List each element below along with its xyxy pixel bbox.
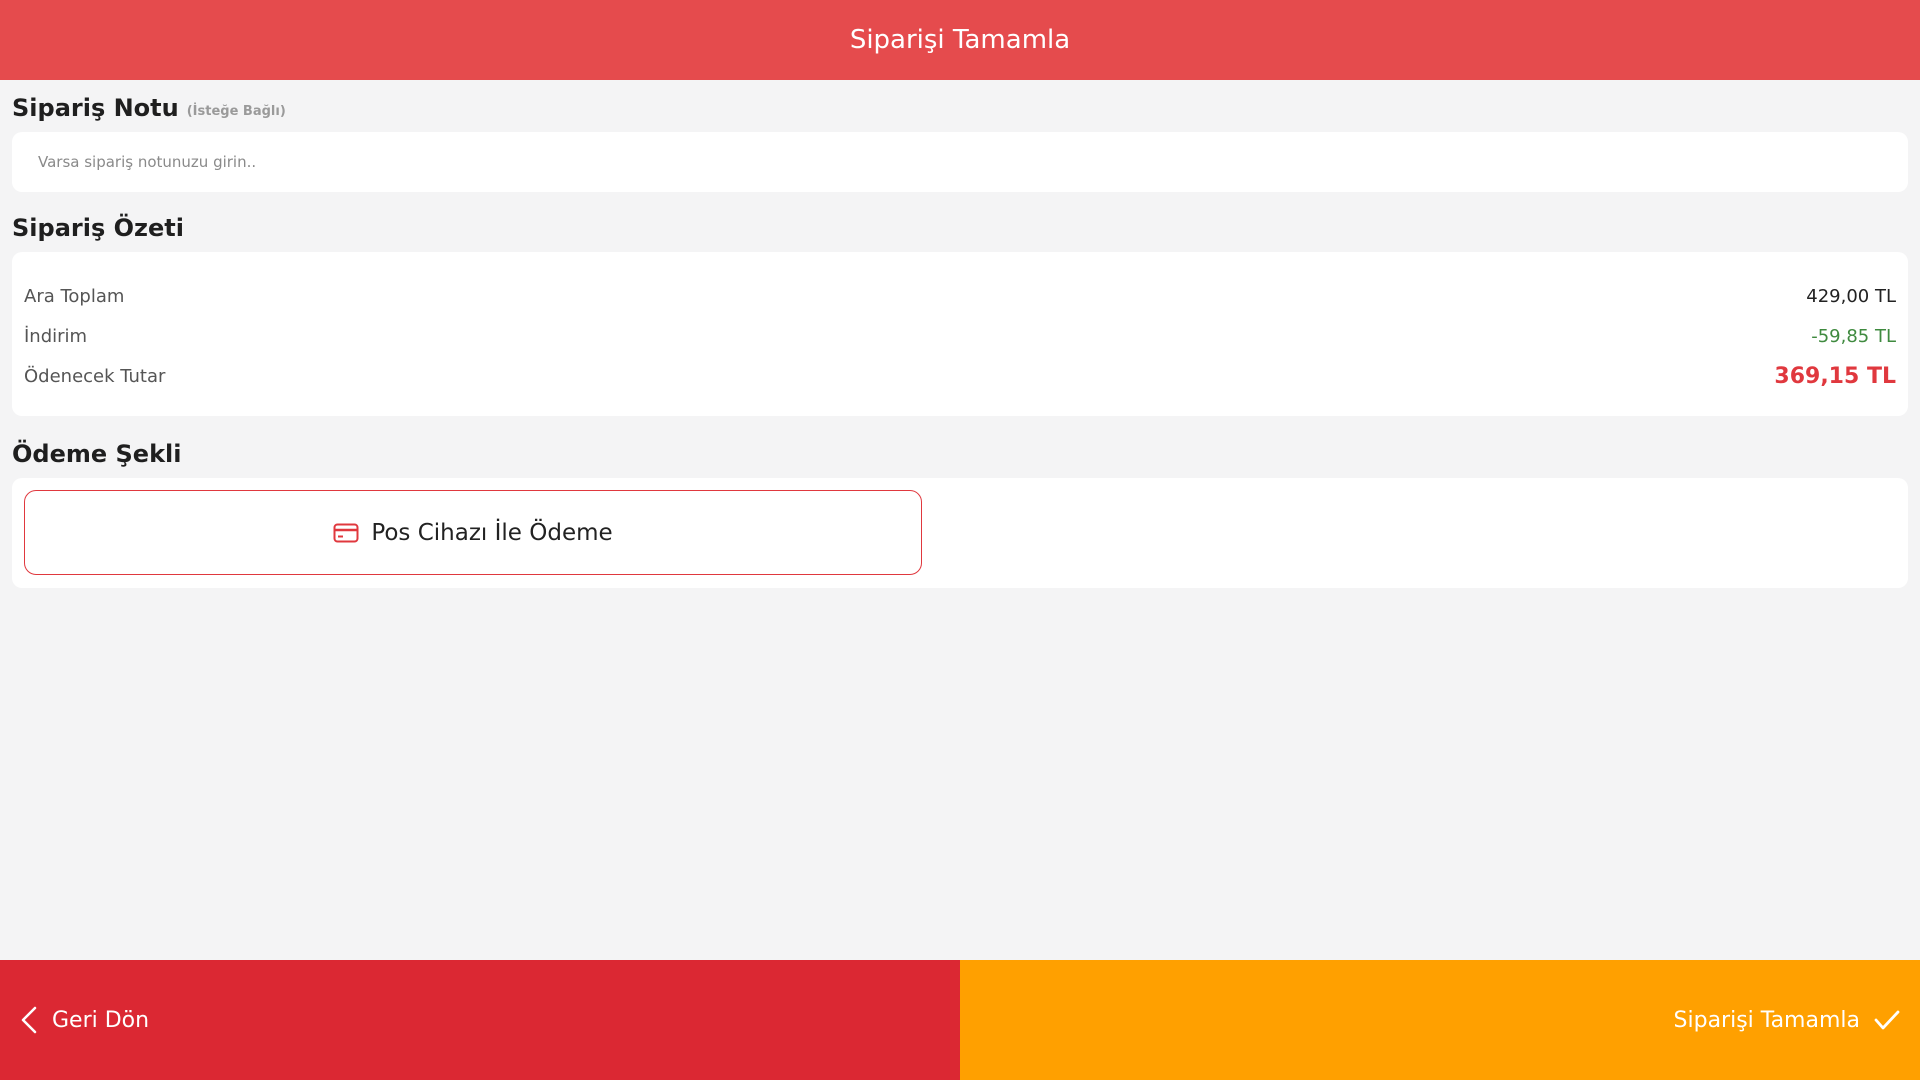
summary-row-discount: İndirim -59,85 TL	[24, 316, 1896, 356]
payment-method-heading: Ödeme Şekli	[12, 430, 1908, 478]
page-title: Siparişi Tamamla	[849, 25, 1071, 55]
bottom-action-bar: Geri Dön Siparişi Tamamla	[0, 960, 1920, 1080]
back-button[interactable]: Geri Dön	[0, 960, 960, 1080]
order-summary-box: Ara Toplam 429,00 TL İndirim -59,85 TL Ö…	[12, 252, 1908, 416]
check-icon	[1874, 1010, 1900, 1030]
summary-row-subtotal: Ara Toplam 429,00 TL	[24, 276, 1896, 316]
back-button-label: Geri Dön	[52, 1007, 150, 1033]
order-note-box	[12, 132, 1908, 192]
order-note-title: Sipariş Notu	[12, 94, 179, 122]
subtotal-value: 429,00 TL	[1806, 285, 1896, 307]
complete-order-label: Siparişi Tamamla	[1673, 1007, 1860, 1033]
pos-payment-label: Pos Cihazı İle Ödeme	[371, 519, 613, 546]
discount-value: -59,85 TL	[1811, 325, 1896, 347]
total-value: 369,15 TL	[1774, 363, 1896, 389]
order-summary-title: Sipariş Özeti	[12, 214, 184, 242]
top-bar: Siparişi Tamamla	[0, 0, 1920, 80]
pos-payment-option[interactable]: Pos Cihazı İle Ödeme	[24, 490, 922, 575]
credit-card-icon	[333, 523, 359, 542]
main-content: Sipariş Notu (İsteğe Bağlı) Sipariş Özet…	[12, 80, 1908, 588]
payment-method-title: Ödeme Şekli	[12, 440, 182, 468]
order-note-heading: Sipariş Notu (İsteğe Bağlı)	[12, 84, 1908, 132]
payment-method-box: Pos Cihazı İle Ödeme	[12, 478, 1908, 588]
subtotal-label: Ara Toplam	[24, 285, 125, 307]
summary-row-total: Ödenecek Tutar 369,15 TL	[24, 356, 1896, 396]
order-note-optional-label: (İsteğe Bağlı)	[186, 103, 286, 119]
chevron-left-icon	[21, 1006, 37, 1034]
discount-label: İndirim	[24, 325, 88, 347]
order-note-input[interactable]	[36, 152, 1884, 172]
total-label: Ödenecek Tutar	[24, 365, 166, 387]
order-summary-heading: Sipariş Özeti	[12, 204, 1908, 252]
complete-order-button[interactable]: Siparişi Tamamla	[960, 960, 1920, 1080]
